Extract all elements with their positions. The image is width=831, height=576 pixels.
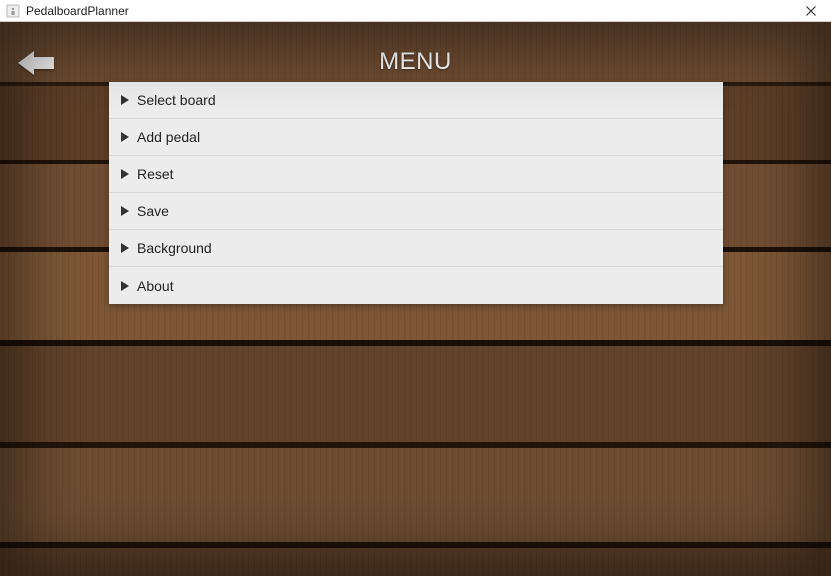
chevron-right-icon (119, 131, 131, 143)
menu-item-label: Add pedal (137, 129, 200, 145)
menu-item-select-board[interactable]: Select board (109, 82, 723, 119)
app-client-area: MENU Select board Add pedal Reset Save (0, 22, 831, 576)
menu-item-add-pedal[interactable]: Add pedal (109, 119, 723, 156)
chevron-right-icon (119, 242, 131, 254)
chevron-right-icon (119, 94, 131, 106)
menu-item-label: Select board (137, 92, 216, 108)
chevron-right-icon (119, 168, 131, 180)
chevron-right-icon (119, 205, 131, 217)
window-close-button[interactable] (791, 0, 831, 22)
menu-item-about[interactable]: About (109, 267, 723, 304)
menu-item-reset[interactable]: Reset (109, 156, 723, 193)
menu-item-background[interactable]: Background (109, 230, 723, 267)
menu-panel: Select board Add pedal Reset Save Backgr… (109, 82, 723, 304)
window-titlebar: PedalboardPlanner (0, 0, 831, 22)
close-icon (806, 6, 816, 16)
app-icon (6, 4, 20, 18)
menu-item-label: Save (137, 203, 169, 219)
menu-item-save[interactable]: Save (109, 193, 723, 230)
chevron-right-icon (119, 280, 131, 292)
page-title: MENU (0, 48, 831, 76)
menu-item-label: Background (137, 240, 212, 256)
window-title: PedalboardPlanner (26, 4, 129, 18)
menu-item-label: Reset (137, 166, 174, 182)
menu-item-label: About (137, 278, 174, 294)
